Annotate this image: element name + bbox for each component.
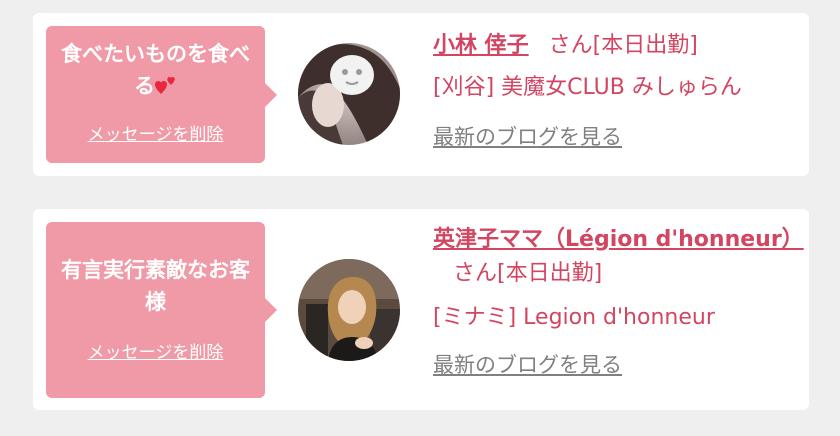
cast-name-link[interactable]: 英津子ママ（Légion d'honneur） bbox=[433, 227, 804, 252]
message-bubble: 食べたいものを食べる メッセージを削除 bbox=[46, 26, 277, 163]
favorite-info: 英津子ママ（Légion d'honneur） さん[本日出勤] [ミナミ] Le… bbox=[433, 223, 804, 379]
favorite-info: 小林 倖子 さん[本日出勤] [刈谷] 美魔女CLUB みしゅらん 最新のブログを… bbox=[433, 29, 795, 151]
attendance-status: さん[本日出勤] bbox=[548, 33, 698, 58]
delete-message-link[interactable]: メッセージを削除 bbox=[88, 120, 224, 145]
delete-message-link[interactable]: メッセージを削除 bbox=[88, 338, 224, 363]
attendance-status: さん[本日出勤] bbox=[453, 261, 603, 286]
latest-blog-link[interactable]: 最新のブログを見る bbox=[433, 349, 622, 379]
message-text: 有言実行素敵なお客様 bbox=[61, 258, 250, 314]
name-row: 英津子ママ（Légion d'honneur） さん[本日出勤] bbox=[433, 223, 804, 291]
message-bubble: 有言実行素敵なお客様 メッセージを削除 bbox=[46, 222, 277, 398]
cast-name-link[interactable]: 小林 倖子 bbox=[433, 33, 529, 58]
message-text: 食べたいものを食べる bbox=[56, 38, 255, 102]
shop-name: [ミナミ] Legion d'honneur bbox=[433, 305, 715, 330]
favorite-card: 有言実行素敵なお客様 メッセージを削除 英津子ママ（Légion d'honne… bbox=[33, 209, 809, 410]
avatar[interactable] bbox=[298, 259, 400, 361]
shop-name: [刈谷] 美魔女CLUB みしゅらん bbox=[433, 75, 742, 100]
latest-blog-link[interactable]: 最新のブログを見る bbox=[433, 121, 622, 151]
two-hearts-icon bbox=[155, 73, 177, 95]
name-row: 小林 倖子 さん[本日出勤] bbox=[433, 29, 795, 63]
avatar[interactable] bbox=[298, 43, 400, 145]
favorite-card: 食べたいものを食べる メッセージを削除 小林 倖子 さん[本日出勤] [刈谷] … bbox=[33, 13, 809, 176]
